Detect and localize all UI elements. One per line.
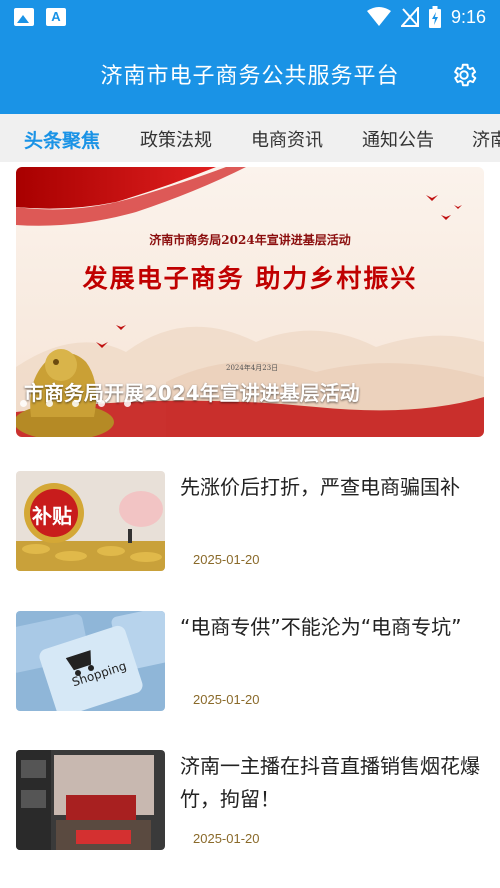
banner-carousel[interactable]: 济南市商务局2024年宣讲进基层活动 发展电子商务 助力乡村振兴 2024年4月… xyxy=(16,167,484,437)
image-icon xyxy=(14,8,34,26)
banner-date: 2024年4月23日 xyxy=(226,364,279,372)
wifi-icon xyxy=(366,7,391,26)
news-title[interactable]: “电商专供”不能沦为“电商专坑” xyxy=(180,611,485,644)
no-signal-icon xyxy=(400,7,419,27)
news-item[interactable]: 济南一主播在抖音直播销售烟花爆竹，拘留！ 2025-01-20 xyxy=(0,750,500,860)
carousel-dot[interactable] xyxy=(72,400,79,407)
news-date: 2025-01-20 xyxy=(193,552,260,567)
tab-jinan[interactable]: 济南 xyxy=(472,126,500,152)
banner-heading: 济南市商务局2024年宣讲进基层活动 xyxy=(149,233,351,247)
news-thumbnail: 补贴 xyxy=(16,471,165,571)
clock: 9:16 xyxy=(450,6,486,27)
carousel-indicators xyxy=(20,400,131,407)
battery-charging-icon xyxy=(428,6,441,28)
tab-policy[interactable]: 政策法规 xyxy=(140,126,212,152)
news-thumbnail xyxy=(16,750,165,850)
carousel-dot[interactable] xyxy=(124,400,131,407)
news-item[interactable]: 补贴 先涨价后打折，严查电商骗国补 2025-01-20 xyxy=(0,471,500,581)
tab-notices[interactable]: 通知公告 xyxy=(362,126,434,152)
thumbnail-label: 补贴 xyxy=(32,504,72,528)
carousel-dot[interactable] xyxy=(98,400,105,407)
category-tabs: 头条聚焦 政策法规 电商资讯 通知公告 济南 xyxy=(0,114,500,162)
news-date: 2025-01-20 xyxy=(193,831,260,846)
font-a-icon: A xyxy=(46,8,66,26)
gear-icon[interactable] xyxy=(450,61,478,89)
carousel-dot[interactable] xyxy=(46,400,53,407)
app-title: 济南市电子商务公共服务平台 xyxy=(100,64,400,89)
tab-ecommerce-news[interactable]: 电商资讯 xyxy=(251,126,323,152)
news-thumbnail: Shopping xyxy=(16,611,165,711)
news-title[interactable]: 济南一主播在抖音直播销售烟花爆竹，拘留！ xyxy=(180,750,485,816)
carousel-dot[interactable] xyxy=(20,400,27,407)
status-bar: A 9:16 xyxy=(0,0,500,36)
news-title[interactable]: 先涨价后打折，严查电商骗国补 xyxy=(180,471,485,504)
news-item[interactable]: Shopping “电商专供”不能沦为“电商专坑” 2025-01-20 xyxy=(0,611,500,721)
banner-slogan: 发展电子商务 助力乡村振兴 xyxy=(82,264,418,293)
tab-headline[interactable]: 头条聚焦 xyxy=(24,126,100,153)
news-date: 2025-01-20 xyxy=(193,692,260,707)
app-header: 济南市电子商务公共服务平台 xyxy=(0,36,500,114)
